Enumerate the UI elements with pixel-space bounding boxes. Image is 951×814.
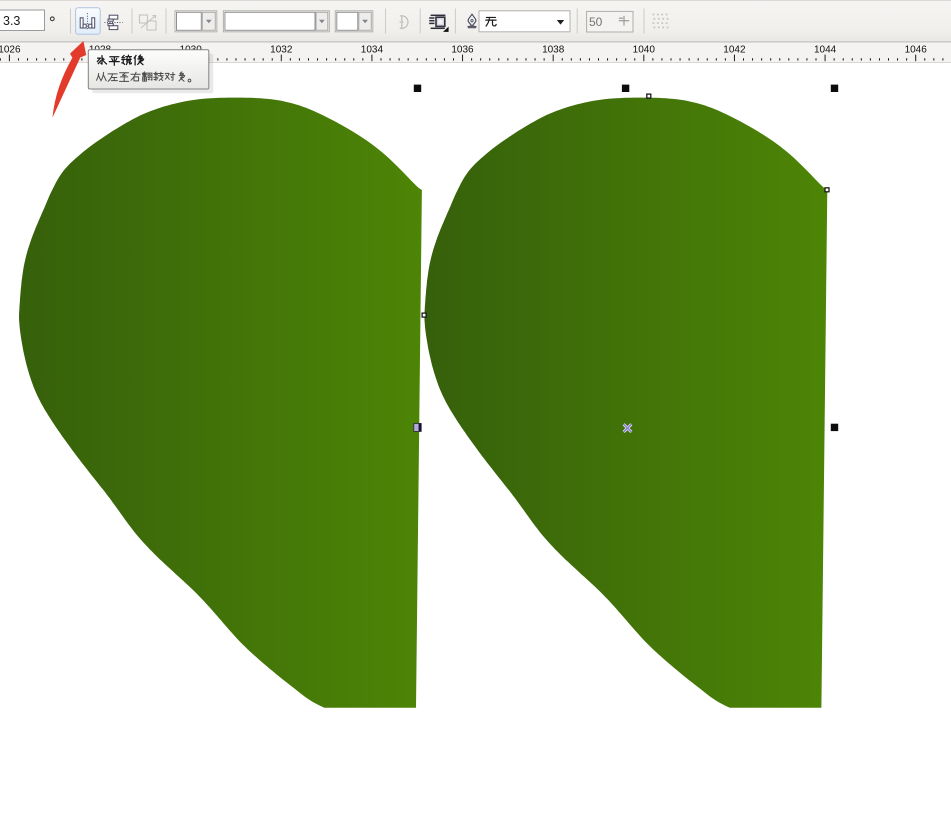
svg-text:1032: 1032 [270, 45, 293, 56]
svg-text:1026: 1026 [0, 45, 21, 56]
svg-text:1038: 1038 [542, 45, 565, 56]
svg-text:1046: 1046 [905, 45, 928, 56]
svg-text:1036: 1036 [451, 45, 474, 56]
svg-text:1040: 1040 [633, 45, 656, 56]
svg-text:1042: 1042 [723, 45, 746, 56]
svg-text:50: 50 [589, 15, 603, 29]
svg-text:1044: 1044 [814, 45, 837, 56]
svg-text:1034: 1034 [361, 45, 384, 56]
svg-text:3.3: 3.3 [3, 14, 20, 28]
